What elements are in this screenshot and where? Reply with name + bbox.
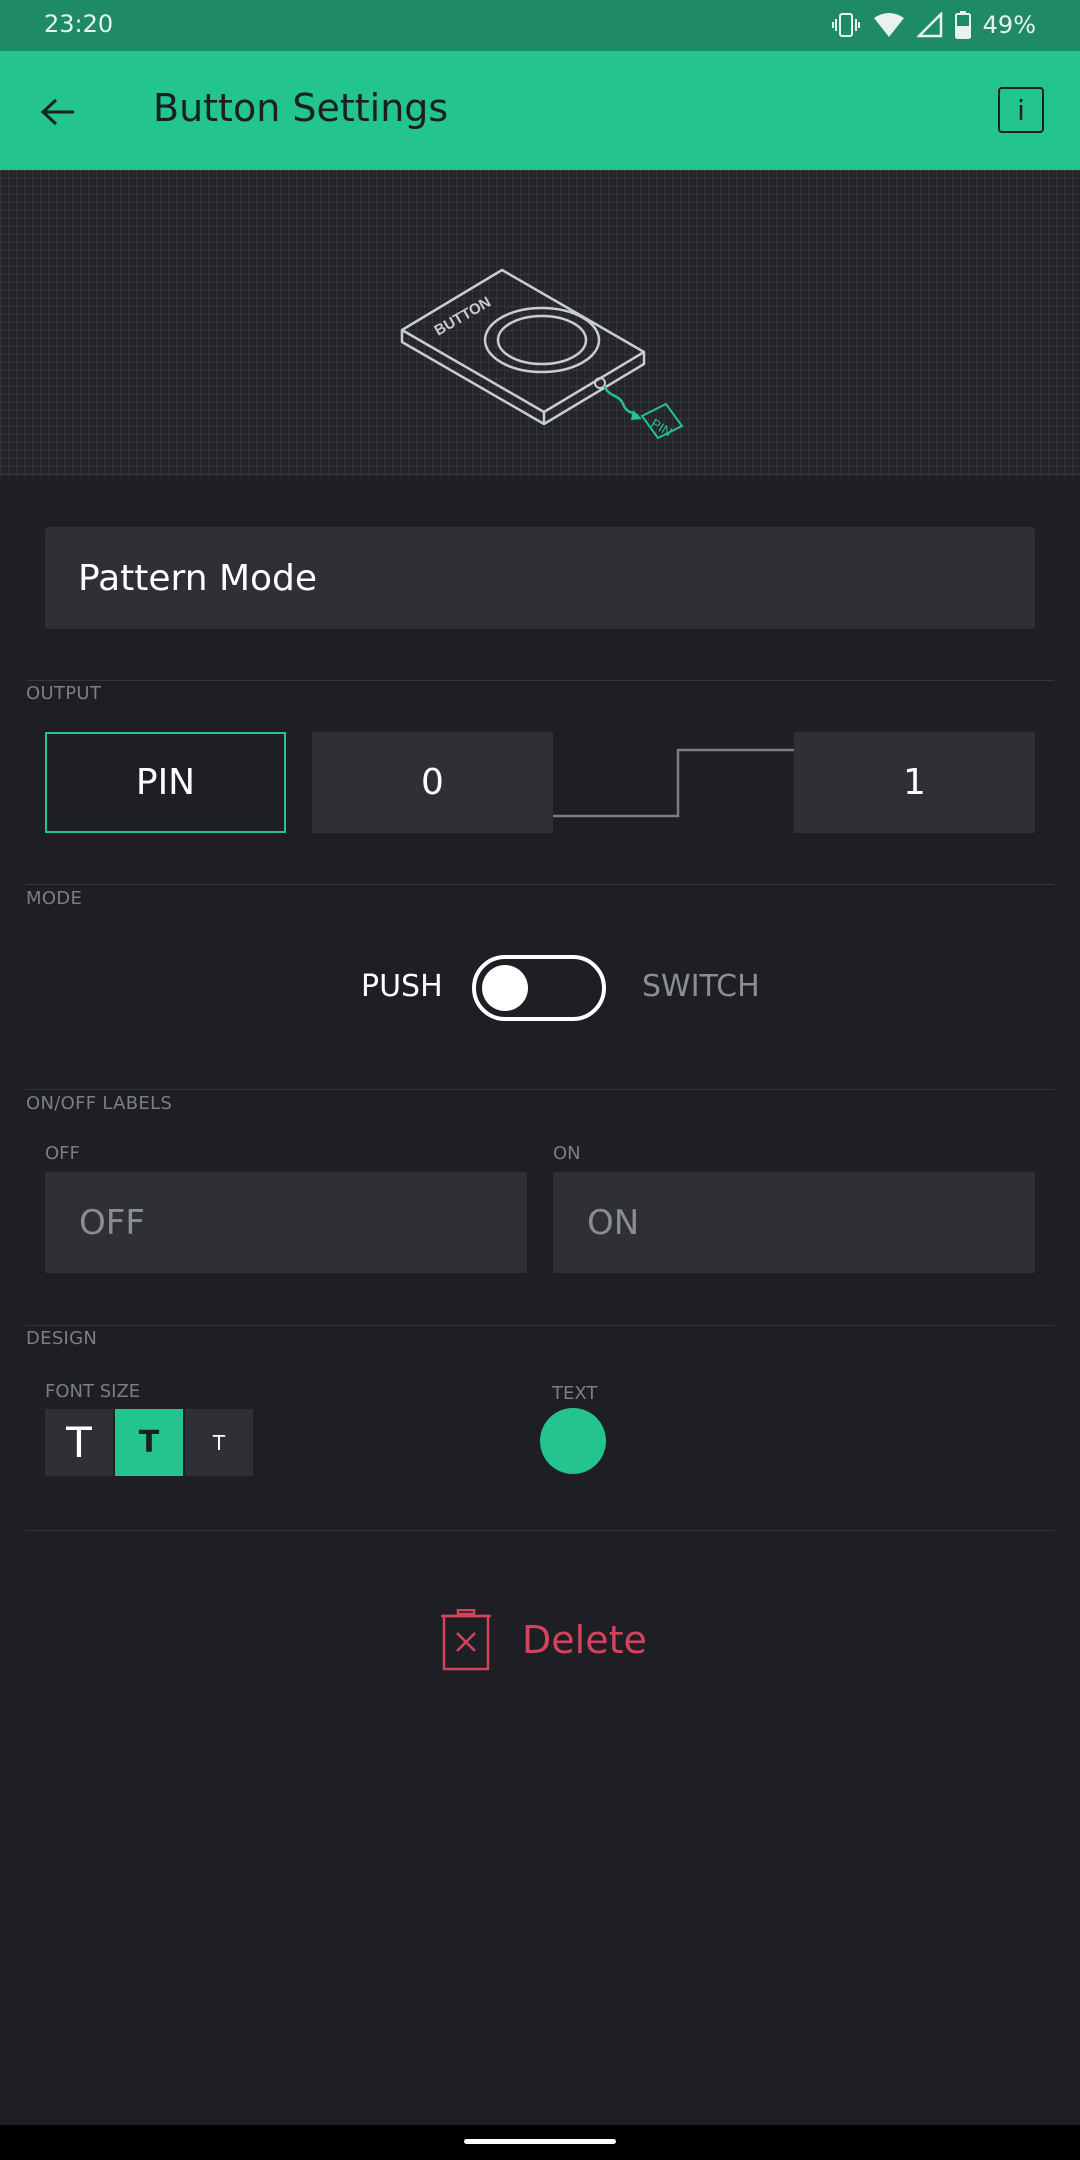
section-divider [26, 1530, 1054, 1531]
output-section-label: OUTPUT [26, 683, 102, 704]
on-label-caption: ON [553, 1143, 581, 1164]
button-widget-illustration: BUTTON PIN [400, 268, 684, 440]
font-size-small-button[interactable]: T [185, 1409, 253, 1476]
vibrate-icon [831, 13, 860, 37]
font-size-medium-icon: T [138, 1425, 160, 1460]
illustration-pin-text: PIN [649, 416, 675, 440]
page-title: Button Settings [153, 86, 449, 130]
widget-name-input[interactable]: Pattern Mode [45, 527, 1035, 629]
output-high-value-input[interactable]: 1 [794, 732, 1035, 833]
mode-toggle[interactable] [472, 955, 606, 1021]
pin-label: PIN [135, 762, 196, 803]
output-high-value: 1 [903, 762, 926, 803]
font-size-selector: T T T [45, 1409, 253, 1476]
off-label-input[interactable]: OFF [45, 1172, 527, 1273]
status-bar: 23:20 49% [0, 0, 1080, 51]
toggle-knob [482, 965, 528, 1011]
output-low-value: 0 [421, 762, 444, 803]
mode-section-label: MODE [26, 888, 83, 909]
system-nav-bar [0, 2125, 1080, 2160]
off-label-caption: OFF [45, 1143, 80, 1164]
widget-preview: BUTTON PIN [0, 170, 1080, 476]
widget-name-value: Pattern Mode [78, 557, 318, 599]
info-icon: i [1017, 93, 1025, 127]
info-button[interactable]: i [998, 87, 1044, 133]
status-icons: 49% [831, 8, 1036, 42]
arrow-left-icon [40, 98, 74, 126]
status-time: 23:20 [44, 10, 114, 38]
text-color-label: TEXT [552, 1383, 598, 1404]
text-color-picker[interactable] [540, 1408, 606, 1474]
font-size-large-icon: T [66, 1418, 92, 1467]
mode-push-label[interactable]: PUSH [361, 969, 443, 1004]
trash-icon [441, 1609, 491, 1671]
font-size-medium-button[interactable]: T [115, 1409, 183, 1476]
on-label-placeholder: ON [587, 1202, 640, 1243]
illustration-button-text: BUTTON [432, 294, 494, 340]
section-divider [26, 1089, 1054, 1090]
labels-section-label: ON/OFF LABELS [26, 1093, 173, 1114]
delete-label: Delete [522, 1618, 647, 1662]
font-size-large-button[interactable]: T [45, 1409, 113, 1476]
output-range-line [553, 748, 795, 818]
section-divider [26, 1325, 1054, 1326]
wifi-icon [873, 13, 904, 37]
back-button[interactable] [30, 84, 86, 140]
font-size-small-icon: T [212, 1430, 226, 1455]
battery-icon [954, 11, 971, 39]
off-label-placeholder: OFF [79, 1202, 145, 1243]
delete-button[interactable]: Delete [440, 1605, 647, 1675]
section-divider [26, 884, 1054, 885]
on-label-input[interactable]: ON [553, 1172, 1035, 1273]
battery-percent: 49% [982, 11, 1036, 39]
font-size-label: FONT SIZE [45, 1381, 141, 1402]
output-low-value-input[interactable]: 0 [312, 732, 553, 833]
app-bar: Button Settings i [0, 51, 1080, 170]
signal-icon [916, 12, 942, 38]
pin-select-button[interactable]: PIN [45, 732, 286, 833]
mode-selector: PUSH SWITCH [0, 955, 1080, 1021]
section-divider [26, 680, 1054, 681]
design-section-label: DESIGN [26, 1328, 98, 1349]
home-indicator[interactable] [464, 2139, 616, 2144]
mode-switch-label[interactable]: SWITCH [642, 969, 760, 1004]
